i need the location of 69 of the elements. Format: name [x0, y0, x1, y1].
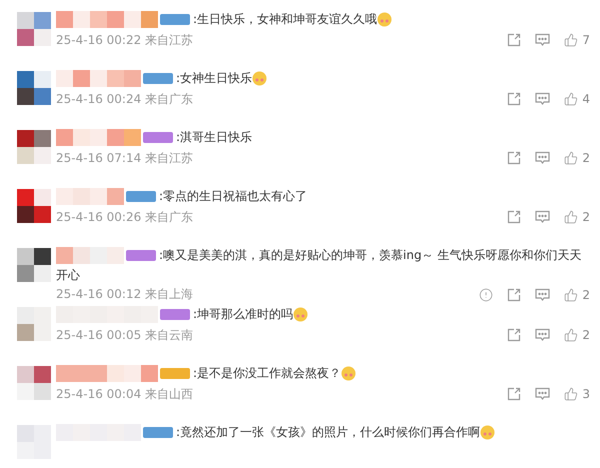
share-button[interactable]	[507, 33, 522, 47]
like-button[interactable]: 3	[564, 387, 590, 401]
reply-button[interactable]	[535, 210, 550, 224]
thumbs-up-icon	[564, 288, 578, 302]
reply-button[interactable]	[535, 92, 550, 106]
thumbs-up-icon	[564, 328, 578, 342]
avatar-mosaic-drawing	[17, 189, 51, 223]
thumbs-up-icon	[564, 33, 578, 47]
avatar-mosaic-drawing	[17, 130, 51, 164]
thumbs-up-icon	[564, 387, 578, 401]
share-button[interactable]	[507, 151, 522, 165]
comment-icon	[535, 210, 550, 224]
share-icon	[507, 151, 522, 165]
comment-text: :女神生日快乐	[176, 71, 252, 85]
comment-date: 25-4-16 00:05 来自云南	[56, 326, 194, 344]
avatar-mosaic-drawing	[17, 366, 51, 400]
avatar-mosaic-drawing	[17, 425, 51, 459]
comment-text: 开心	[56, 267, 81, 284]
comment-text: :是不是你没工作就会熬夜？	[193, 366, 342, 380]
reply-button[interactable]	[535, 151, 550, 165]
share-icon	[507, 288, 522, 302]
thumbs-up-icon	[564, 151, 578, 165]
comment-text: :生日快乐，女神和坤哥友谊久久哦	[193, 12, 378, 26]
reply-button[interactable]	[535, 328, 550, 342]
report-button[interactable]	[479, 288, 494, 302]
comment-text: :坤哥那么准时的吗	[193, 307, 294, 321]
thumbs-up-icon	[564, 210, 578, 224]
thumbs-up-icon	[564, 92, 578, 106]
share-icon	[507, 92, 522, 106]
reply-button[interactable]	[535, 33, 550, 47]
comment-date: 25-4-16 00:22 来自江苏	[56, 32, 194, 48]
username-mosaic-drawing	[56, 247, 124, 264]
comment-icon	[535, 387, 550, 401]
comment-date: 25-4-16 00:12 来自上海	[56, 286, 194, 303]
comment-icon	[535, 151, 550, 165]
share-icon	[507, 210, 522, 224]
comment-icon	[535, 33, 550, 47]
share-button[interactable]	[507, 92, 522, 106]
like-button[interactable]: 4	[564, 92, 590, 106]
avatar-mosaic-drawing	[17, 248, 51, 282]
avatar-mosaic-drawing	[17, 307, 51, 341]
like-button[interactable]: 7	[564, 33, 590, 47]
avatar-mosaic-drawing	[17, 12, 51, 46]
avatar-mosaic-drawing	[17, 71, 51, 105]
reply-button[interactable]	[535, 387, 550, 401]
comment-icon	[535, 92, 550, 106]
like-button[interactable]: 2	[564, 151, 590, 165]
share-button[interactable]	[507, 210, 522, 224]
share-button[interactable]	[507, 288, 522, 302]
reply-button[interactable]	[535, 288, 550, 302]
comment-icon	[535, 328, 550, 342]
like-button[interactable]: 2	[564, 210, 590, 224]
comment-text: :竟然还加了一张《女孩》的照片，什么时候你们再合作啊	[176, 425, 480, 439]
share-button[interactable]	[507, 387, 522, 401]
comment-text: :零点的生日祝福也太有心了	[159, 189, 308, 203]
share-icon	[507, 328, 522, 342]
comment-text: :噢又是美美的淇，真的是好贴心的坤哥，羡慕ing～ 生气快乐呀愿你和你们天天	[159, 248, 582, 262]
comment-date: 25-4-16 07:14 来自江苏	[56, 150, 194, 166]
comment-text: :淇哥生日快乐	[176, 130, 252, 144]
share-icon	[507, 387, 522, 401]
comment-date: 25-4-16 00:24 来自广东	[56, 90, 194, 108]
comment-date: 25-4-16 00:26 来自广东	[56, 208, 194, 226]
like-button[interactable]: 2	[564, 288, 590, 302]
share-icon	[507, 33, 522, 47]
comment-icon	[535, 288, 550, 302]
share-button[interactable]	[507, 328, 522, 342]
comment-date: 25-4-16 00:04 来自山西	[56, 386, 194, 402]
username-mosaic-drawing	[56, 188, 124, 206]
like-button[interactable]: 2	[564, 328, 590, 342]
